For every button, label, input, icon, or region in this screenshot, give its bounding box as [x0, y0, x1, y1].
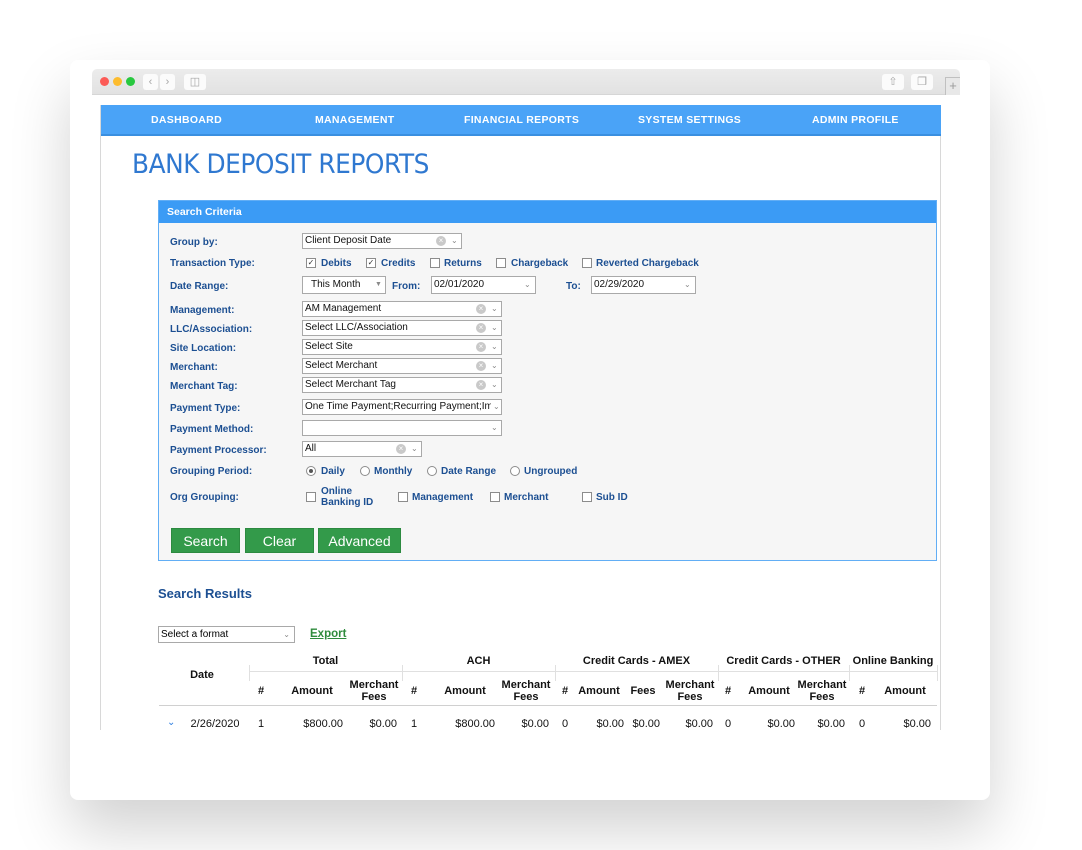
- ach-group-header: ACH: [466, 655, 491, 667]
- row-amex-merchant-fees: $0.00: [685, 718, 713, 730]
- column-divider: [849, 665, 850, 681]
- row-other-count: 0: [724, 718, 732, 730]
- results-table: Date Total ACH Credit Cards - AMEX Credi…: [101, 105, 941, 730]
- online-count-header[interactable]: #: [855, 685, 869, 697]
- forward-icon[interactable]: ›: [160, 74, 175, 90]
- row-ach-merchant-fees: $0.00: [521, 718, 549, 730]
- row-ach-amount: $800.00: [455, 718, 495, 730]
- row-online-count: 0: [858, 718, 866, 730]
- tabs-overview-icon[interactable]: ❐: [911, 74, 933, 90]
- total-group-header: Total: [312, 655, 339, 667]
- back-icon[interactable]: ‹: [143, 74, 158, 90]
- row-ach-count: 1: [410, 718, 418, 730]
- other-merchant-fees-header[interactable]: Merchant Fees: [795, 679, 849, 703]
- row-other-amount: $0.00: [767, 718, 795, 730]
- column-divider: [249, 665, 250, 681]
- ach-count-header[interactable]: #: [406, 685, 422, 697]
- ach-merchant-fees-header[interactable]: Merchant Fees: [499, 679, 553, 703]
- new-tab-icon[interactable]: +: [945, 77, 960, 95]
- page-content: DASHBOARD MANAGEMENT FINANCIAL REPORTS S…: [100, 105, 941, 730]
- header-divider: [249, 671, 937, 672]
- share-icon[interactable]: ⇧: [882, 74, 904, 90]
- maximize-window-button[interactable]: [126, 77, 135, 86]
- browser-titlebar: ‹ › ◫ ⇧ ❐ +: [92, 69, 960, 95]
- row-total-count: 1: [257, 718, 265, 730]
- total-amount-header[interactable]: Amount: [281, 685, 343, 697]
- amex-amount-header[interactable]: Amount: [574, 685, 624, 697]
- row-date: 2/26/2020: [190, 718, 240, 730]
- row-other-merchant-fees: $0.00: [817, 718, 845, 730]
- online-banking-group-header: Online Banking: [852, 655, 934, 667]
- amex-count-header[interactable]: #: [559, 685, 571, 697]
- column-divider: [937, 665, 938, 681]
- row-total-amount: $800.00: [303, 718, 343, 730]
- other-amount-header[interactable]: Amount: [741, 685, 797, 697]
- expand-row-chevron-icon[interactable]: ⌄: [167, 717, 175, 728]
- online-amount-header[interactable]: Amount: [877, 685, 933, 697]
- other-group-header: Credit Cards - OTHER: [726, 655, 841, 667]
- row-amex-amount: $0.00: [596, 718, 624, 730]
- amex-merchant-fees-header[interactable]: Merchant Fees: [663, 679, 717, 703]
- sidebar-toggle-icon[interactable]: ◫: [184, 74, 206, 90]
- column-divider: [718, 665, 719, 681]
- row-amex-fees: $0.00: [632, 718, 660, 730]
- ach-amount-header[interactable]: Amount: [433, 685, 497, 697]
- row-online-amount: $0.00: [903, 718, 931, 730]
- column-divider: [402, 665, 403, 681]
- browser-window: ‹ › ◫ ⇧ ❐ + DASHBOARD MANAGEMENT FINANCI…: [92, 69, 960, 730]
- row-amex-count: 0: [561, 718, 569, 730]
- close-window-button[interactable]: [100, 77, 109, 86]
- total-merchant-fees-header[interactable]: Merchant Fees: [347, 679, 401, 703]
- column-divider: [555, 665, 556, 681]
- total-count-header[interactable]: #: [253, 685, 269, 697]
- amex-fees-header[interactable]: Fees: [626, 685, 660, 697]
- header-bottom-border: [159, 705, 937, 706]
- row-total-merchant-fees: $0.00: [369, 718, 397, 730]
- amex-group-header: Credit Cards - AMEX: [582, 655, 691, 667]
- date-header[interactable]: Date: [181, 669, 223, 681]
- other-count-header[interactable]: #: [721, 685, 735, 697]
- minimize-window-button[interactable]: [113, 77, 122, 86]
